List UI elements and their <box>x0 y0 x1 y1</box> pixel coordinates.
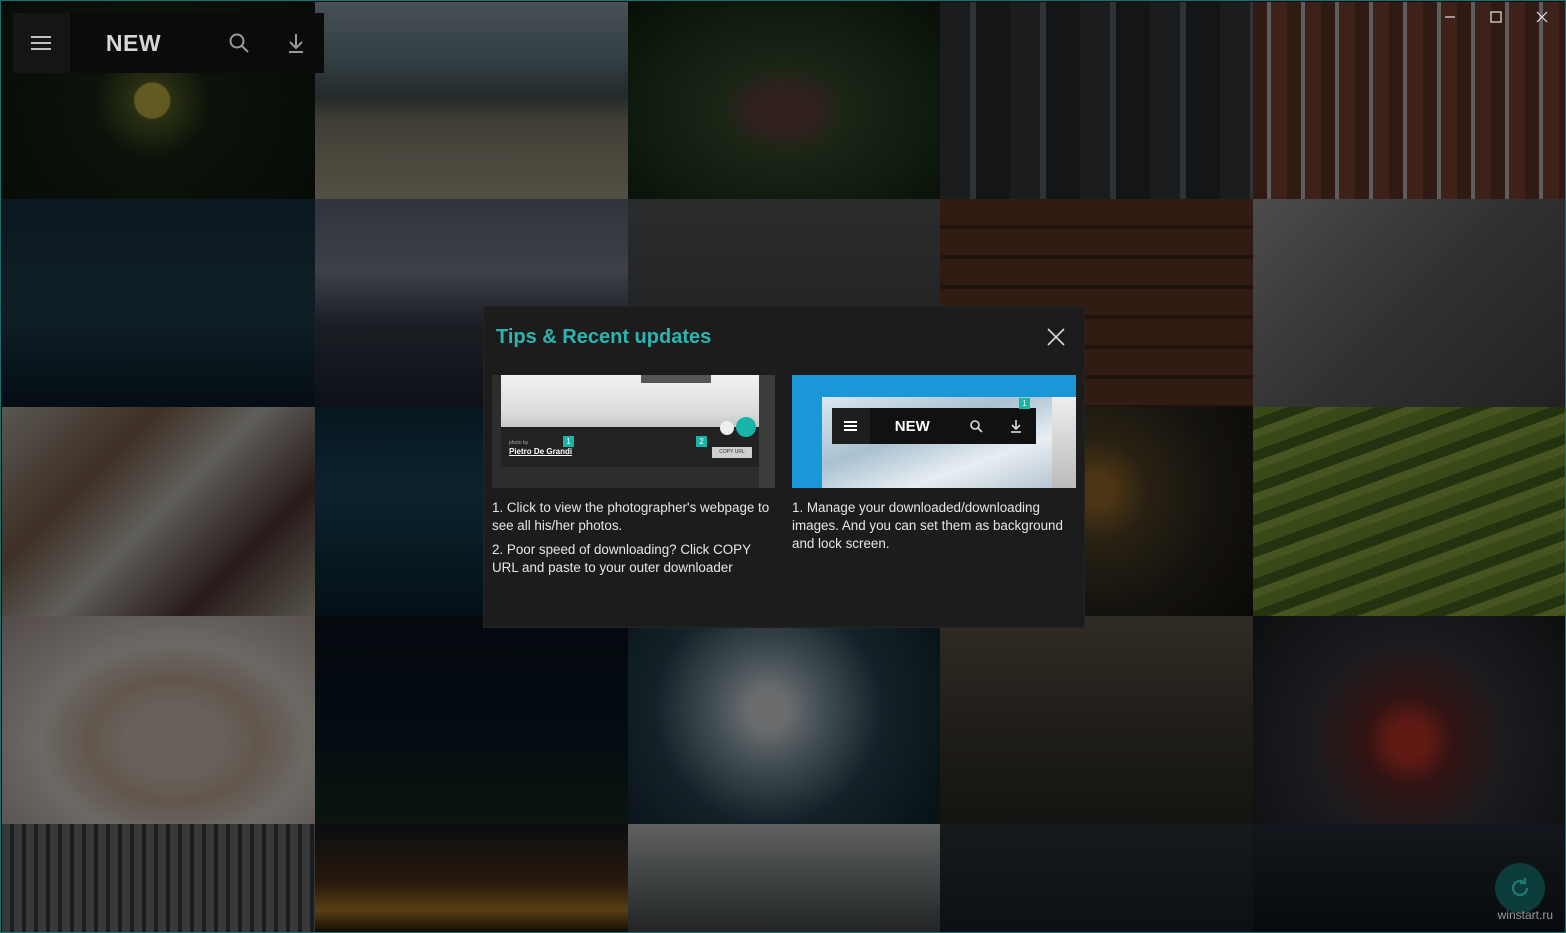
tip-thumbnail-downloads: NEW 1 <box>792 375 1076 488</box>
tips-left-text: 1. Click to view the photographer's webp… <box>492 499 777 583</box>
search-icon <box>229 33 249 53</box>
photo-tile[interactable] <box>1253 407 1565 616</box>
thumb-photo <box>501 375 759 427</box>
menu-button[interactable] <box>13 13 70 73</box>
maximize-icon <box>1490 11 1502 23</box>
thumb-badge-1: 1 <box>1019 398 1030 409</box>
dialog-close-button[interactable] <box>1042 323 1070 351</box>
downloads-button[interactable] <box>267 13 324 73</box>
minimize-button[interactable] <box>1427 1 1473 33</box>
thumb-badge-2: 2 <box>696 436 707 447</box>
download-icon <box>288 34 303 53</box>
photo-tile[interactable] <box>315 616 628 824</box>
photo-tile[interactable] <box>2 616 315 824</box>
thumb-photographer-link: Pietro De Grandi <box>509 447 573 456</box>
photo-tile[interactable] <box>1253 199 1565 407</box>
photo-tile[interactable] <box>2 824 315 932</box>
photo-tile[interactable] <box>628 824 940 932</box>
photo-tile[interactable] <box>940 616 1253 824</box>
watermark: winstart.ru <box>1497 908 1553 922</box>
tip-text: 1. Click to view the photographer's webp… <box>492 500 770 533</box>
tip-text: 2. Poor speed of downloading? Click COPY… <box>492 542 751 575</box>
app-window: NEW Tips & Recent updates photo by Pietr… <box>0 0 1566 933</box>
thumb-menu-icon <box>832 408 870 444</box>
photo-tile[interactable] <box>628 616 940 824</box>
tip-text: 1. Manage your downloaded/downloading im… <box>792 500 1063 551</box>
photo-tile[interactable] <box>2 407 315 616</box>
close-icon <box>1536 11 1548 23</box>
close-window-button[interactable] <box>1519 1 1565 33</box>
page-title: NEW <box>105 29 162 56</box>
app-bar: NEW <box>13 13 324 73</box>
thumb-photo-by-label: photo by <box>509 440 529 446</box>
menu-icon <box>31 42 52 44</box>
thumb-copy-url-button: COPY URL <box>712 447 752 458</box>
thumb-edge <box>759 375 775 488</box>
tips-dialog: Tips & Recent updates photo by Pietro De… <box>484 307 1084 627</box>
photo-tile[interactable] <box>940 2 1253 199</box>
thumb-edge <box>1052 397 1076 488</box>
search-button[interactable] <box>210 13 267 73</box>
minimize-icon <box>1445 16 1455 18</box>
tips-right-text: 1. Manage your downloaded/downloading im… <box>792 499 1082 559</box>
thumb-like-icon <box>720 421 734 435</box>
dialog-title: Tips & Recent updates <box>496 326 712 348</box>
photo-tile[interactable] <box>2 199 315 407</box>
thumb-badge-1: 1 <box>563 436 574 447</box>
photo-tile[interactable] <box>315 2 628 199</box>
refresh-icon <box>1511 878 1529 897</box>
close-icon <box>1047 328 1065 346</box>
photo-tile[interactable] <box>940 824 1253 932</box>
maximize-button[interactable] <box>1473 1 1519 33</box>
thumb-download-icon <box>1011 420 1022 433</box>
thumb-title: NEW <box>894 417 930 435</box>
thumb-search-icon <box>970 420 983 433</box>
photo-tile[interactable] <box>1253 616 1565 824</box>
tip-thumbnail-photographer: photo by Pietro De Grandi 1 2 COPY URL <box>492 375 775 488</box>
thumb-app-bar: NEW <box>832 408 1036 444</box>
window-controls <box>1427 1 1565 33</box>
thumb-download-icon <box>736 417 756 437</box>
refresh-button[interactable] <box>1495 863 1545 913</box>
photo-tile[interactable] <box>315 824 628 932</box>
photo-tile[interactable] <box>628 2 940 199</box>
